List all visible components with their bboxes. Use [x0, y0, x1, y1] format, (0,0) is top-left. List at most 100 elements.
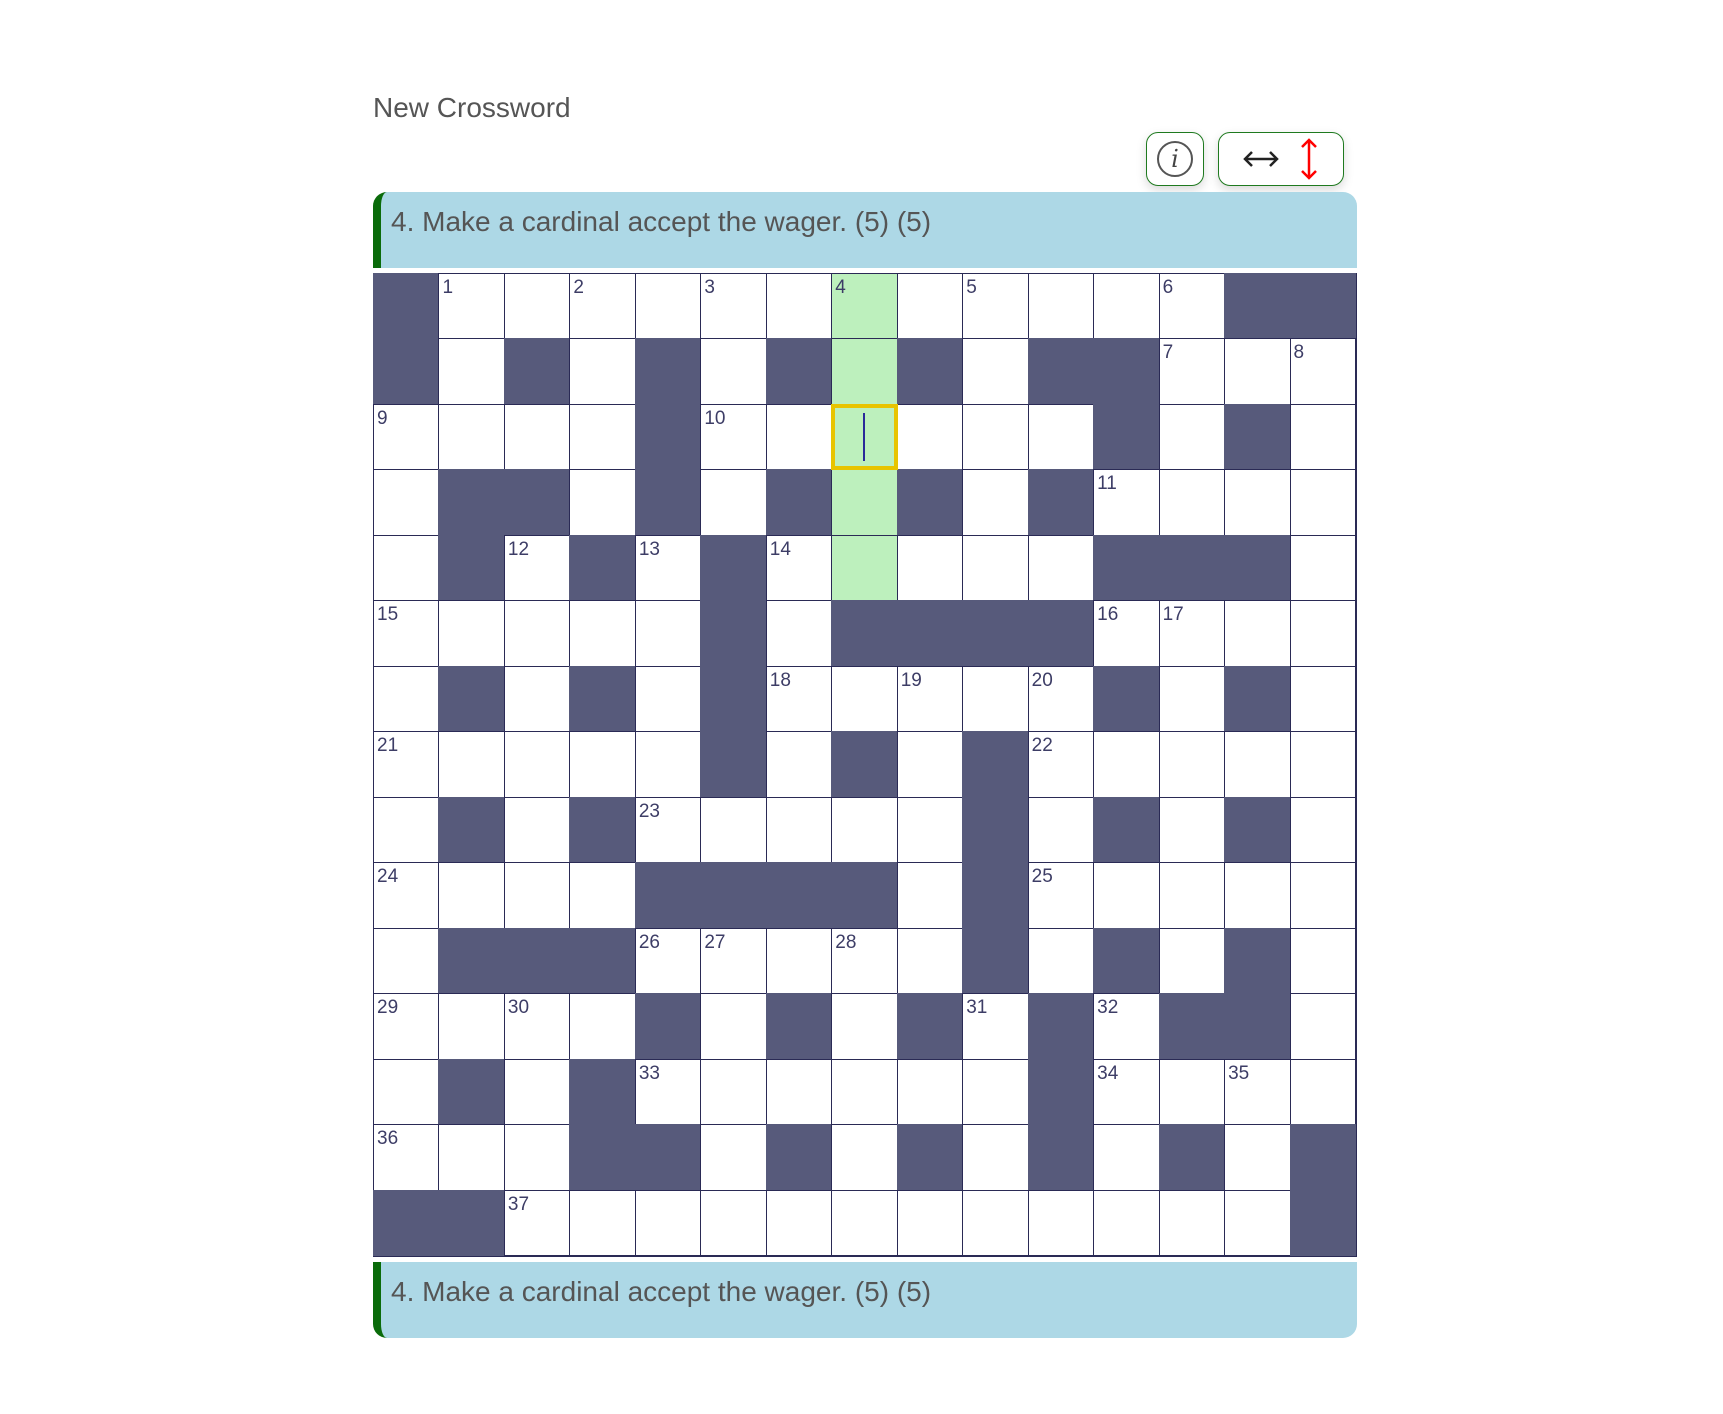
- grid-cell[interactable]: [896, 273, 964, 340]
- grid-cell[interactable]: [831, 1189, 898, 1256]
- grid-cell[interactable]: [831, 665, 898, 733]
- grid-cell[interactable]: [634, 1189, 702, 1256]
- grid-cell[interactable]: [765, 600, 833, 667]
- grid-cell[interactable]: [1224, 1124, 1291, 1191]
- grid-cell[interactable]: [634, 665, 702, 733]
- grid-cell[interactable]: [438, 993, 505, 1060]
- grid-cell[interactable]: 26: [634, 927, 702, 995]
- grid-cell[interactable]: [700, 338, 767, 405]
- grid-cell[interactable]: [1027, 1189, 1095, 1256]
- grid-cell[interactable]: [503, 273, 571, 340]
- grid-cell[interactable]: 35: [1224, 1058, 1291, 1126]
- grid-cell[interactable]: 37: [503, 1189, 571, 1256]
- grid-cell[interactable]: [962, 1058, 1029, 1126]
- grid-cell[interactable]: [569, 469, 636, 536]
- grid-cell[interactable]: [831, 469, 898, 536]
- grid-cell[interactable]: [1027, 534, 1095, 602]
- direction-toggle-button[interactable]: [1218, 132, 1344, 186]
- grid-cell[interactable]: 36: [373, 1124, 440, 1191]
- grid-cell[interactable]: [1158, 796, 1226, 864]
- grid-cell[interactable]: 34: [1093, 1058, 1160, 1126]
- grid-cell[interactable]: [1093, 731, 1160, 798]
- grid-cell[interactable]: [1158, 403, 1226, 471]
- grid-cell[interactable]: 2: [569, 273, 636, 340]
- grid-cell[interactable]: [1289, 993, 1356, 1060]
- grid-cell[interactable]: 23: [634, 796, 702, 864]
- grid-cell[interactable]: 12: [503, 534, 571, 602]
- grid-cell[interactable]: [503, 403, 571, 471]
- grid-cell[interactable]: 20: [1027, 665, 1095, 733]
- grid-cell[interactable]: [1289, 862, 1356, 929]
- grid-cell[interactable]: [700, 469, 767, 536]
- grid-cell[interactable]: [1158, 927, 1226, 995]
- grid-cell[interactable]: 17: [1158, 600, 1226, 667]
- grid-cell[interactable]: [700, 993, 767, 1060]
- grid-cell[interactable]: [438, 731, 505, 798]
- grid-cell[interactable]: [1289, 731, 1356, 798]
- grid-cell[interactable]: 15: [373, 600, 440, 667]
- grid-cell[interactable]: [1093, 1189, 1160, 1256]
- grid-cell[interactable]: 11: [1093, 469, 1160, 536]
- grid-cell[interactable]: [1289, 469, 1356, 536]
- grid-cell[interactable]: [373, 1058, 440, 1126]
- grid-cell[interactable]: [765, 1189, 833, 1256]
- grid-cell[interactable]: 3: [700, 273, 767, 340]
- grid-cell[interactable]: [373, 469, 440, 536]
- grid-cell[interactable]: 4: [831, 273, 898, 340]
- grid-cell[interactable]: [1289, 1058, 1356, 1126]
- grid-cell[interactable]: [634, 273, 702, 340]
- grid-cell[interactable]: [373, 534, 440, 602]
- grid-cell[interactable]: 29: [373, 993, 440, 1060]
- grid-cell[interactable]: [962, 1124, 1029, 1191]
- grid-cell[interactable]: [503, 665, 571, 733]
- grid-cell[interactable]: [1224, 600, 1291, 667]
- grid-cell[interactable]: 1: [438, 273, 505, 340]
- grid-cell[interactable]: [1158, 1189, 1226, 1256]
- grid-cell[interactable]: [896, 534, 964, 602]
- grid-cell[interactable]: [1289, 534, 1356, 602]
- grid-cell[interactable]: 16: [1093, 600, 1160, 667]
- grid-cell[interactable]: [765, 927, 833, 995]
- grid-cell[interactable]: 25: [1027, 862, 1095, 929]
- grid-cell[interactable]: [1027, 927, 1095, 995]
- grid-cell[interactable]: [700, 1058, 767, 1126]
- grid-cell[interactable]: [765, 403, 833, 471]
- grid-cell[interactable]: [1289, 665, 1356, 733]
- grid-cell[interactable]: [503, 600, 571, 667]
- grid-cell[interactable]: [438, 600, 505, 667]
- grid-cell[interactable]: 28: [831, 927, 898, 995]
- grid-cell[interactable]: [1158, 665, 1226, 733]
- grid-cell[interactable]: [896, 1058, 964, 1126]
- grid-cell[interactable]: [1289, 403, 1356, 471]
- grid-cell[interactable]: [831, 338, 898, 405]
- grid-cell[interactable]: 7: [1158, 338, 1226, 405]
- grid-cell[interactable]: [700, 1124, 767, 1191]
- grid-cell[interactable]: 18: [765, 665, 833, 733]
- grid-cell[interactable]: [831, 1058, 898, 1126]
- grid-cell[interactable]: [1158, 1058, 1226, 1126]
- grid-cell[interactable]: [1158, 862, 1226, 929]
- grid-cell[interactable]: [896, 731, 964, 798]
- grid-cell[interactable]: [373, 927, 440, 995]
- grid-cell[interactable]: 8: [1289, 338, 1356, 405]
- grid-cell[interactable]: 13: [634, 534, 702, 602]
- grid-cell[interactable]: [503, 1124, 571, 1191]
- grid-cell[interactable]: 27: [700, 927, 767, 995]
- grid-cell[interactable]: [373, 796, 440, 864]
- grid-cell[interactable]: [438, 403, 505, 471]
- grid-cell[interactable]: 32: [1093, 993, 1160, 1060]
- grid-cell[interactable]: [896, 403, 964, 471]
- grid-cell[interactable]: [1224, 862, 1291, 929]
- grid-cell[interactable]: [503, 1058, 571, 1126]
- grid-cell[interactable]: 21: [373, 731, 440, 798]
- grid-cell[interactable]: 33: [634, 1058, 702, 1126]
- grid-cell[interactable]: [438, 338, 505, 405]
- grid-cell[interactable]: [569, 993, 636, 1060]
- grid-cell[interactable]: [962, 403, 1029, 471]
- grid-cell[interactable]: [765, 731, 833, 798]
- grid-cell[interactable]: 30: [503, 993, 571, 1060]
- grid-cell[interactable]: [831, 993, 898, 1060]
- grid-cell[interactable]: [1027, 403, 1095, 471]
- grid-cell[interactable]: [503, 731, 571, 798]
- grid-cell[interactable]: [1158, 469, 1226, 536]
